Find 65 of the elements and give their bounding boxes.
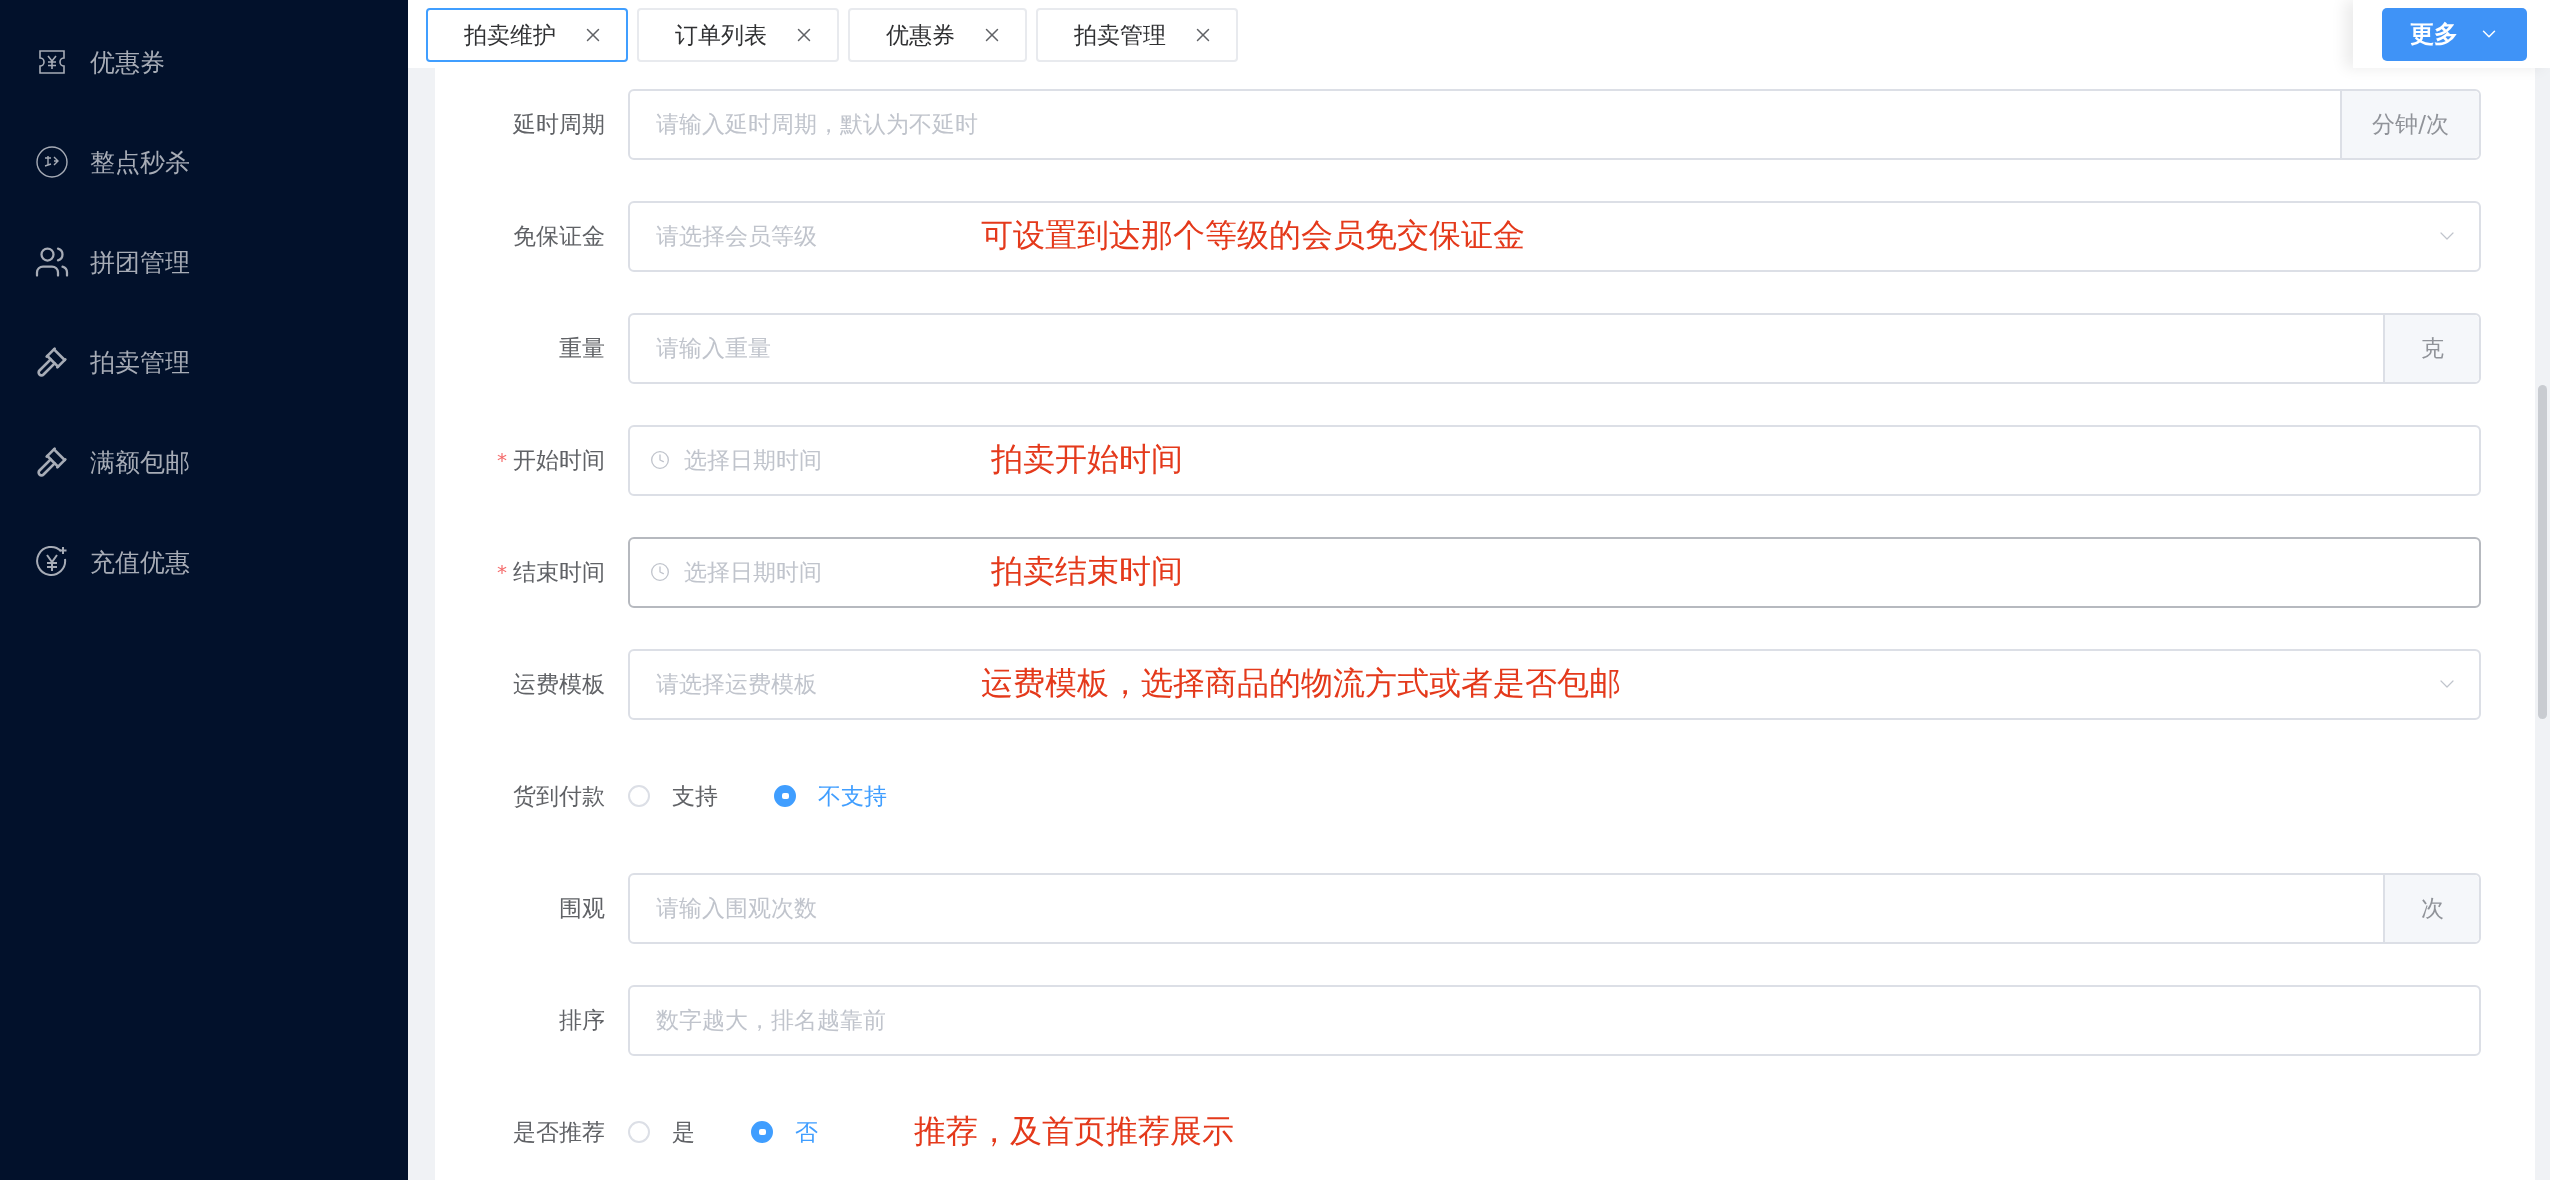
field-label: 是否推荐 <box>513 1117 605 1147</box>
sidebar-item[interactable]: 整点秒杀 <box>0 112 408 212</box>
tab[interactable]: 订单列表 <box>637 8 839 62</box>
tab[interactable]: 拍卖管理 <box>1036 8 1238 62</box>
more-button[interactable]: 更多 <box>2382 7 2527 61</box>
tab-label: 优惠券 <box>886 20 955 50</box>
text-input[interactable]: 请输入围观次数 <box>630 874 2383 942</box>
tab[interactable]: 拍卖维护 <box>426 8 628 62</box>
text-input[interactable]: 数字越大，排名越靠前 <box>630 986 2479 1054</box>
text-input[interactable]: 请输入延时周期，默认为不延时 <box>630 90 2341 158</box>
annotation-text: 拍卖开始时间 <box>991 439 1183 480</box>
badge-circle-icon <box>35 145 69 179</box>
field-label: 排序 <box>559 1005 605 1035</box>
annotation-text: 推荐，及首页推荐展示 <box>914 1111 1234 1152</box>
datetime-frame[interactable]: 选择日期时间 拍卖结束时间 <box>628 536 2481 608</box>
sidebar-item-label: 优惠券 <box>90 46 165 79</box>
yen-circle-icon <box>35 545 69 579</box>
gavel-icon <box>36 446 68 478</box>
field-label: 围观 <box>559 893 605 923</box>
sidebar-item-label: 整点秒杀 <box>90 146 190 179</box>
sidebar-item-label: 充值优惠 <box>90 546 190 579</box>
gavel-icon <box>36 346 68 378</box>
tab-label: 拍卖管理 <box>1074 20 1166 50</box>
radio-label: 否 <box>795 1117 818 1147</box>
radio-option[interactable]: 支持 <box>628 780 718 812</box>
sidebar-item[interactable]: 优惠券 <box>0 12 408 112</box>
field-label: 重量 <box>559 333 605 363</box>
tab[interactable]: 优惠券 <box>848 8 1027 62</box>
radio-label: 支持 <box>672 781 718 811</box>
annotation-text: 可设置到达那个等级的会员免交保证金 <box>981 215 1525 256</box>
sidebar-item-label: 满额包邮 <box>90 446 190 479</box>
field-label: 货到付款 <box>513 781 605 811</box>
unit-addon: 分钟/次 <box>2340 90 2479 158</box>
radio-button[interactable] <box>751 1121 773 1143</box>
sidebar-item[interactable]: 满额包邮 <box>0 412 408 512</box>
radio-option[interactable]: 是 <box>628 1116 695 1148</box>
select-frame[interactable]: 请选择会员等级 可设置到达那个等级的会员免交保证金 <box>628 200 2481 272</box>
radio-label: 不支持 <box>818 781 887 811</box>
required-mark: * <box>497 560 507 584</box>
unit-addon: 次 <box>2383 874 2479 942</box>
sidebar-item[interactable]: 充值优惠 <box>0 512 408 612</box>
field-label: 开始时间 <box>513 445 605 475</box>
field-label: 结束时间 <box>513 557 605 587</box>
clock-icon <box>650 562 670 582</box>
ticket-icon <box>37 49 67 75</box>
field-label: 运费模板 <box>513 669 605 699</box>
select-frame[interactable]: 请选择运费模板 运费模板，选择商品的物流方式或者是否包邮 <box>628 648 2481 720</box>
annotation-text: 运费模板，选择商品的物流方式或者是否包邮 <box>981 663 1621 704</box>
field-label: 免保证金 <box>513 221 605 251</box>
required-mark: * <box>497 448 507 472</box>
scrollbar-thumb[interactable] <box>2538 385 2547 719</box>
radio-button[interactable] <box>774 785 796 807</box>
tab-label: 拍卖维护 <box>464 20 556 50</box>
sidebar-item-label: 拍卖管理 <box>90 346 190 379</box>
clock-icon <box>650 450 670 470</box>
datetime-frame[interactable]: 选择日期时间 拍卖开始时间 <box>628 424 2481 496</box>
unit-addon: 克 <box>2383 314 2479 382</box>
field-label: 延时周期 <box>513 109 605 139</box>
sidebar-item[interactable]: 拼团管理 <box>0 212 408 312</box>
sidebar-item-label: 拼团管理 <box>90 246 190 279</box>
tab-label: 订单列表 <box>675 20 767 50</box>
radio-label: 是 <box>672 1117 695 1147</box>
annotation-text: 拍卖结束时间 <box>991 551 1183 592</box>
text-input[interactable]: 请输入重量 <box>630 314 2383 382</box>
sidebar-item[interactable]: 拍卖管理 <box>0 312 408 412</box>
